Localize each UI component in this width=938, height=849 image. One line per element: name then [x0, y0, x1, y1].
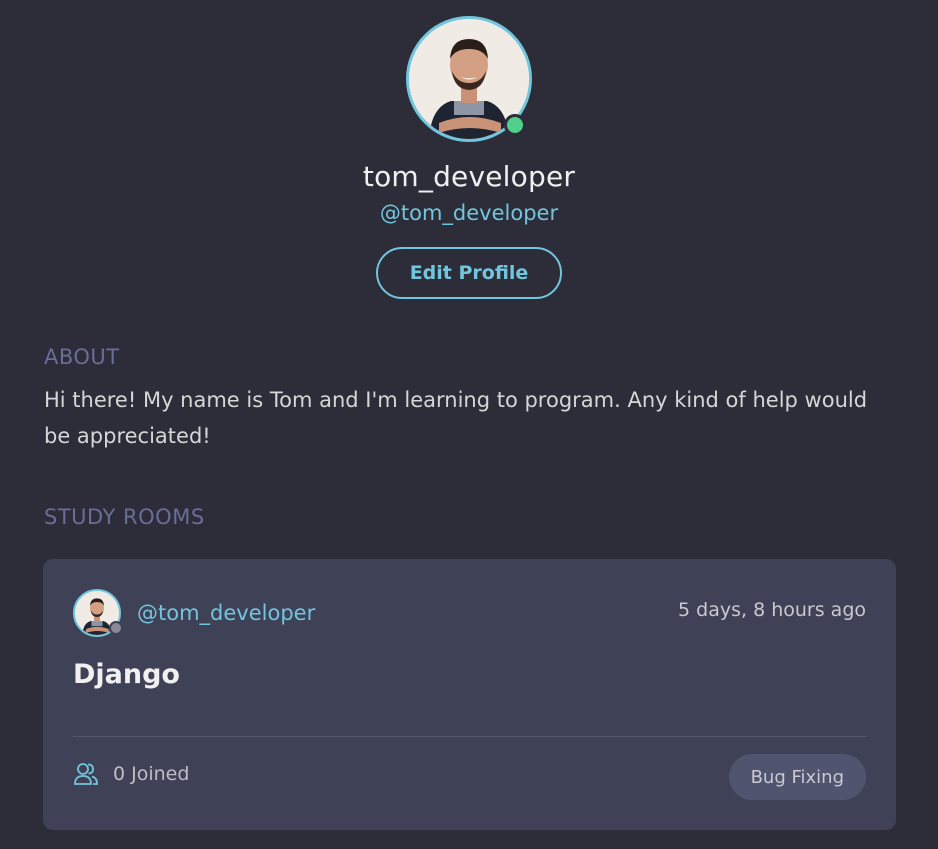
about-text: Hi there! My name is Tom and I'm learnin…: [44, 388, 868, 448]
room-host-link[interactable]: @tom_developer: [73, 589, 315, 637]
profile-header: tom_developer @tom_developer Edit Profil…: [0, 0, 938, 299]
room-card: @tom_developer 5 days, 8 hours ago Djang…: [43, 559, 896, 830]
host-avatar: [73, 589, 123, 637]
profile-handle: @tom_developer: [379, 201, 559, 225]
host-status-indicator: [109, 621, 123, 635]
room-name-link[interactable]: Django: [73, 659, 180, 690]
room-timestamp: 5 days, 8 hours ago: [678, 599, 866, 621]
room-topic-tag[interactable]: Bug Fixing: [728, 754, 866, 800]
room-host-name[interactable]: @tom_developer: [137, 601, 315, 625]
users-icon: [74, 763, 98, 785]
joined-count: 0 Joined: [113, 763, 190, 785]
room-participants: 0 Joined: [73, 761, 189, 787]
room-divider: [73, 736, 866, 737]
study-rooms-section-title: STUDY ROOMS: [44, 505, 205, 529]
edit-profile-button[interactable]: Edit Profile: [376, 247, 562, 299]
profile-display-name: tom_developer: [362, 160, 576, 193]
online-status-indicator: [504, 114, 526, 136]
about-section-title: ABOUT: [44, 345, 120, 369]
profile-avatar[interactable]: [406, 16, 532, 142]
